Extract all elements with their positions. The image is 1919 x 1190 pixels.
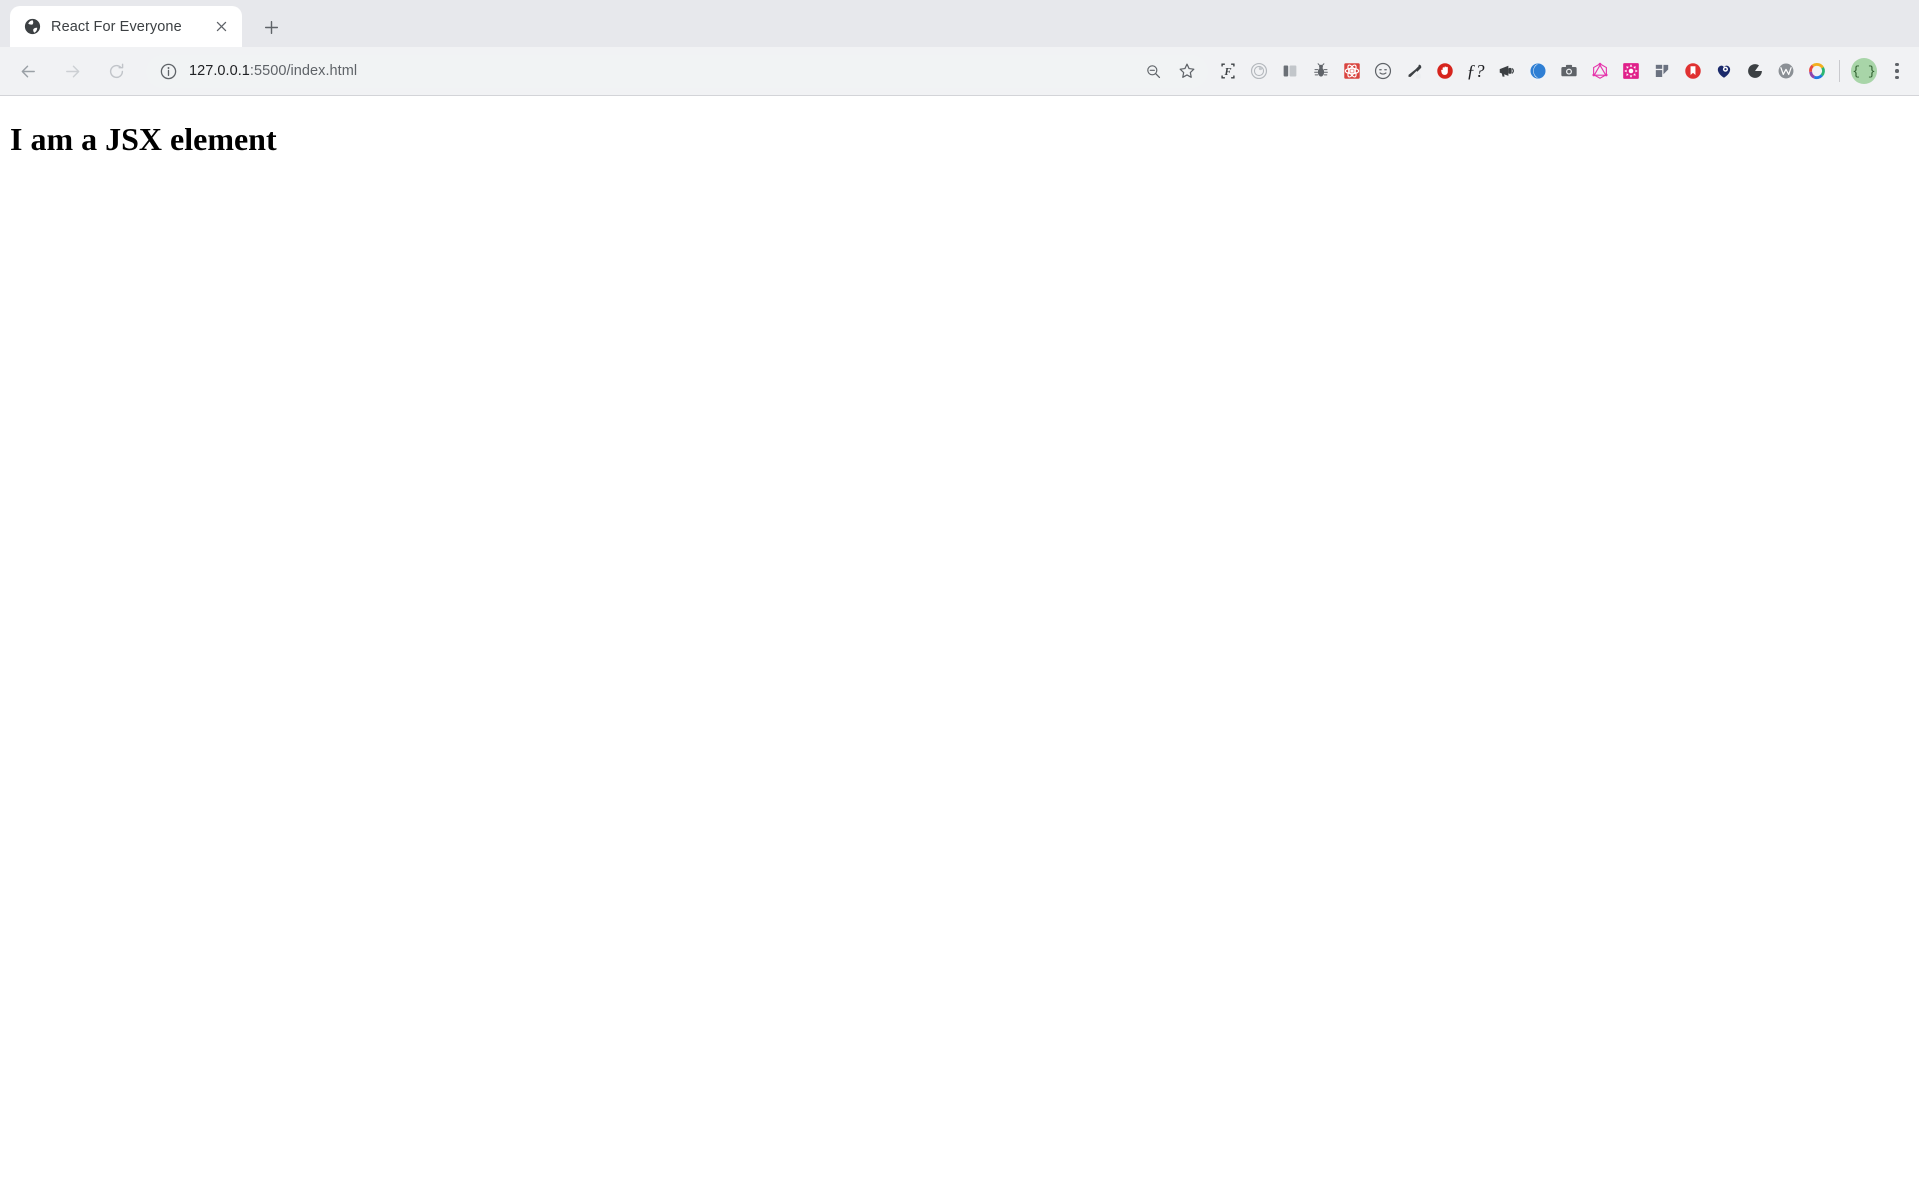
reload-button[interactable]: [99, 54, 133, 88]
red-bookmark-icon[interactable]: [1678, 57, 1707, 86]
dark-crescent-icon[interactable]: [1740, 57, 1769, 86]
graphql-icon[interactable]: [1585, 57, 1614, 86]
info-circle-icon[interactable]: [159, 62, 178, 81]
browser-toolbar: 127.0.0.1:5500/index.html F ƒ? {}: [0, 47, 1919, 96]
url-text[interactable]: 127.0.0.1:5500/index.html: [189, 63, 1138, 79]
eyedropper-icon[interactable]: [1399, 57, 1428, 86]
back-button[interactable]: [11, 54, 45, 88]
kebab-dot: [1895, 62, 1899, 67]
kebab-dot: [1895, 69, 1899, 73]
bookmark-star-icon[interactable]: [1172, 56, 1202, 86]
kebab-dot: [1895, 75, 1899, 80]
toolbar-divider: [1839, 60, 1840, 82]
face-smiley-icon[interactable]: [1368, 57, 1397, 86]
browser-window: React For Everyone 127.0.0.1:5500/index.…: [0, 0, 1919, 1190]
camera-icon[interactable]: [1554, 57, 1583, 86]
globe-icon: [24, 18, 41, 35]
blue-droplet-icon[interactable]: [1523, 57, 1552, 86]
url-path: :5500/index.html: [249, 63, 358, 79]
pink-gear-icon[interactable]: [1616, 57, 1645, 86]
svg-text:F: F: [1223, 67, 1231, 78]
bug-icon[interactable]: [1306, 57, 1335, 86]
zoom-out-icon[interactable]: [1138, 56, 1168, 86]
gray-arrow-icon[interactable]: [1647, 57, 1676, 86]
tab-strip: React For Everyone: [0, 0, 1919, 47]
split-panels-icon[interactable]: [1275, 57, 1304, 86]
target-rings-icon[interactable]: [1244, 57, 1273, 86]
avatar[interactable]: { }: [1851, 58, 1877, 84]
extension-icons: F ƒ?: [1212, 57, 1832, 86]
address-bar[interactable]: 127.0.0.1:5500/index.html: [146, 54, 1208, 88]
page-title: I am a JSX element: [10, 121, 277, 157]
navy-heart-icon[interactable]: [1709, 57, 1738, 86]
chrome-menu-button[interactable]: [1883, 56, 1911, 86]
rainbow-ring-icon[interactable]: [1802, 57, 1831, 86]
adblock-hand-icon[interactable]: [1430, 57, 1459, 86]
omnibox-actions: [1138, 56, 1202, 86]
browser-tab-active[interactable]: React For Everyone: [10, 6, 242, 47]
wappalyzer-icon[interactable]: [1771, 57, 1800, 86]
megaphone-icon[interactable]: [1492, 57, 1521, 86]
page-viewport: I am a JSX element: [0, 96, 1919, 1190]
new-tab-button[interactable]: [254, 10, 288, 44]
close-icon[interactable]: [210, 16, 232, 38]
tab-title: React For Everyone: [51, 18, 182, 35]
fira-brackets-icon[interactable]: F: [1213, 57, 1242, 86]
font-question-icon[interactable]: ƒ?: [1461, 57, 1490, 86]
forward-button[interactable]: [55, 54, 89, 88]
react-devtools-icon[interactable]: [1337, 57, 1366, 86]
url-host: 127.0.0.1: [189, 63, 250, 79]
